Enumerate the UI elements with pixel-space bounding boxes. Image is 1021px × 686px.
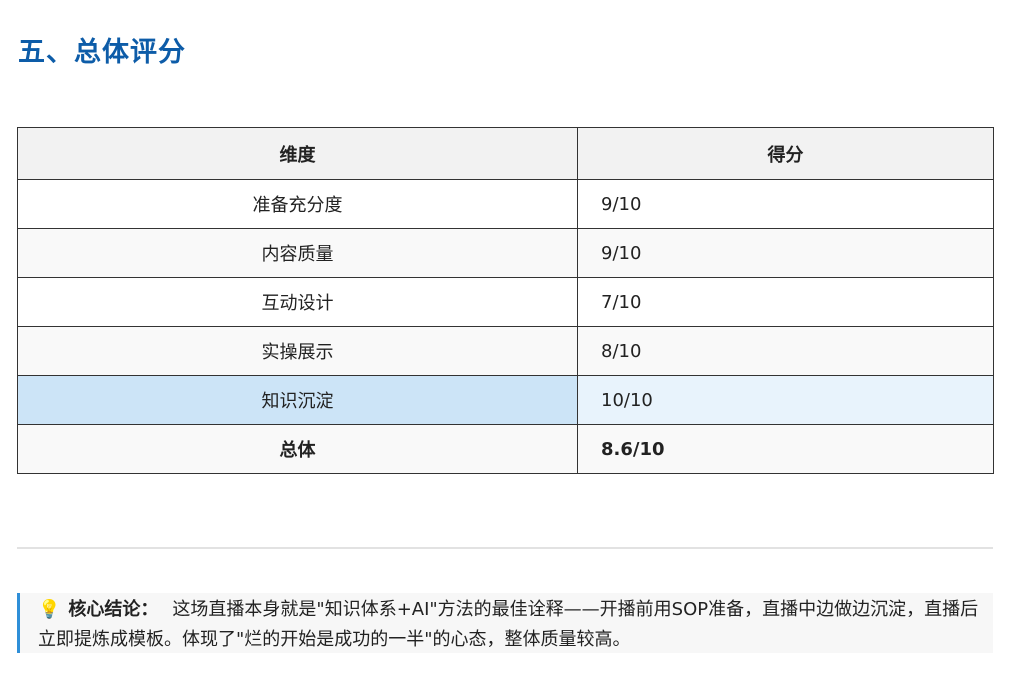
conclusion-label: 核心结论：	[68, 599, 159, 620]
dimension-cell: 实操展示	[17, 326, 578, 376]
dimension-cell: 内容质量	[17, 228, 578, 278]
column-header-dimension: 维度	[17, 127, 578, 180]
dimension-cell: 准备充分度	[17, 179, 578, 229]
score-cell: 9/10	[577, 228, 994, 278]
score-table: 维度 得分 准备充分度 9/10 内容质量 9/10 互动设计 7/10 实操展…	[17, 127, 994, 474]
table-row: 准备充分度 9/10	[17, 179, 994, 229]
table-row: 实操展示 8/10	[17, 326, 994, 376]
horizontal-divider	[17, 547, 993, 549]
document-page: 五、总体评分 维度 得分 准备充分度 9/10 内容质量 9/10 互动设计 7…	[0, 0, 1021, 686]
dimension-cell: 知识沉淀	[17, 375, 578, 425]
section-title: 五、总体评分	[18, 37, 186, 68]
score-cell: 9/10	[577, 179, 994, 229]
conclusion-text: 这场直播本身就是"知识体系+AI"方法的最佳诠释——开播前用SOP准备，直播中边…	[38, 599, 979, 650]
dimension-cell: 互动设计	[17, 277, 578, 327]
total-row: 总体 8.6/10	[17, 424, 994, 474]
total-label-cell: 总体	[17, 424, 578, 474]
highlighted-table-row: 知识沉淀 10/10	[17, 375, 994, 425]
table-row: 互动设计 7/10	[17, 277, 994, 327]
lightbulb-icon: 💡	[38, 599, 61, 620]
score-cell: 8/10	[577, 326, 994, 376]
total-score-cell: 8.6/10	[577, 424, 994, 474]
table-row: 内容质量 9/10	[17, 228, 994, 278]
score-cell: 7/10	[577, 277, 994, 327]
table-header-row: 维度 得分	[17, 127, 994, 180]
column-header-score: 得分	[577, 127, 994, 180]
score-cell: 10/10	[577, 375, 994, 425]
conclusion-callout: 💡 核心结论： 这场直播本身就是"知识体系+AI"方法的最佳诠释——开播前用SOP准…	[17, 593, 993, 653]
